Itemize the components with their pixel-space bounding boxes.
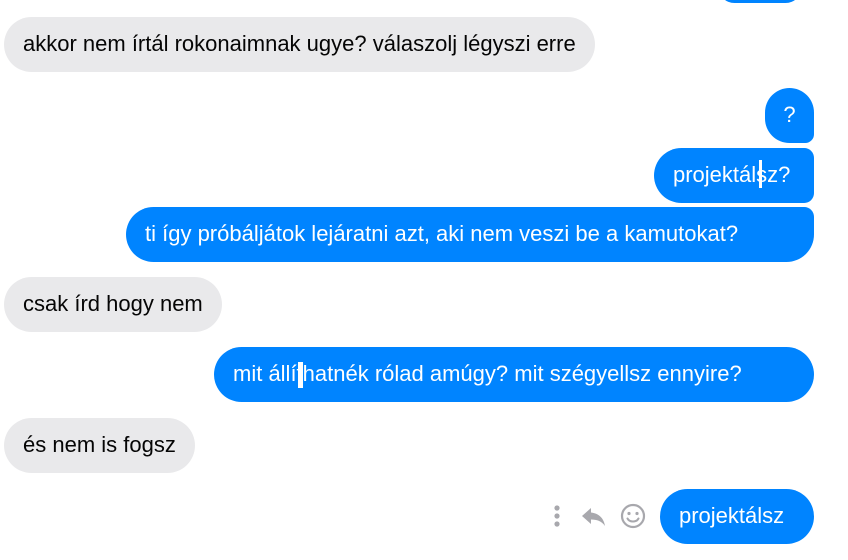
- previous-message-bubble: [718, 0, 802, 3]
- message-text: projektálsz?: [673, 162, 791, 187]
- react-emoji-icon[interactable]: [619, 502, 647, 532]
- message-text: csak írd hogy nem: [23, 291, 203, 316]
- message-text: mit állíthatnék rólad amúgy? mit szégyel…: [233, 361, 742, 386]
- text-cursor: [759, 160, 762, 188]
- outgoing-message-bubble[interactable]: mit állíthatnék rólad amúgy? mit szégyel…: [214, 347, 814, 402]
- message-text: és nem is fogsz: [23, 432, 176, 457]
- message-text: ti így próbáljátok lejáratni azt, aki ne…: [145, 221, 739, 246]
- more-vertical-icon[interactable]: [545, 502, 569, 532]
- outgoing-message-bubble[interactable]: ?: [765, 88, 814, 143]
- outgoing-message-bubble[interactable]: projektálsz?: [654, 148, 814, 203]
- incoming-message-bubble[interactable]: csak írd hogy nem: [4, 277, 222, 332]
- text-cursor: [298, 362, 303, 388]
- message-actions: [545, 502, 647, 532]
- outgoing-message-bubble[interactable]: projektálsz: [660, 489, 814, 544]
- message-text: akkor nem írtál rokonaimnak ugye? válasz…: [23, 31, 576, 56]
- outgoing-message-bubble[interactable]: ti így próbáljátok lejáratni azt, aki ne…: [126, 207, 814, 262]
- incoming-message-bubble[interactable]: akkor nem írtál rokonaimnak ugye? válasz…: [4, 17, 595, 72]
- message-text: projektálsz: [679, 503, 785, 528]
- incoming-message-bubble[interactable]: és nem is fogsz: [4, 418, 195, 473]
- message-text: ?: [783, 102, 796, 127]
- reply-icon[interactable]: [579, 502, 609, 532]
